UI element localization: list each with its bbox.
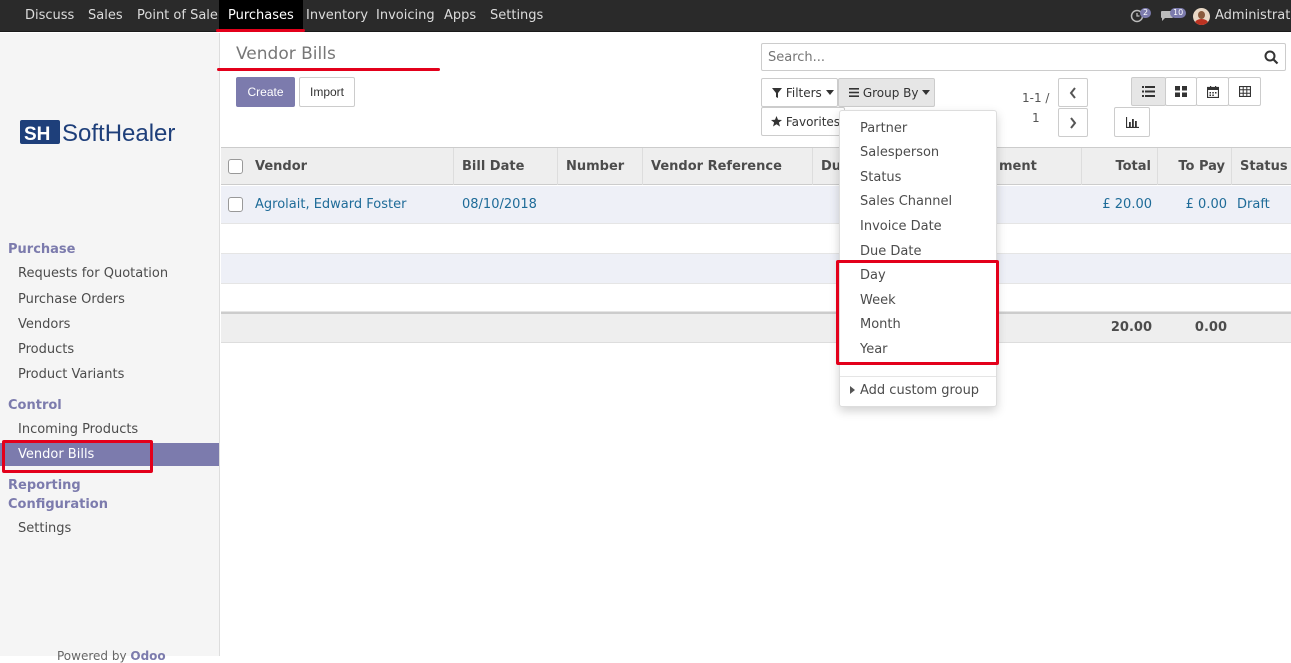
pager-next-button[interactable] — [1058, 108, 1088, 137]
sidebar-item-requests-for-quotation[interactable]: Requests for Quotation — [0, 262, 219, 285]
chevron-right-icon — [1070, 116, 1077, 129]
calendar-view-button[interactable] — [1196, 77, 1229, 106]
column-vendor[interactable]: Vendor — [247, 148, 454, 185]
filters-button[interactable]: Filters — [761, 78, 838, 107]
group-by-status[interactable]: Status — [860, 170, 901, 185]
messages-button[interactable]: 10 — [1160, 0, 1190, 32]
footer-total: 20.00 — [1110, 320, 1152, 335]
search-input[interactable] — [768, 44, 1248, 70]
highlight-box-date-groups — [836, 260, 999, 365]
cell-vendor: Agrolait, Edward Foster — [255, 197, 407, 212]
group-by-salesperson[interactable]: Salesperson — [860, 145, 939, 160]
import-button[interactable]: Import — [299, 77, 355, 107]
pager-value[interactable]: 1-1 / 1 — [1022, 88, 1049, 128]
filter-icon — [772, 88, 782, 98]
bars-icon — [849, 88, 859, 97]
table-icon — [1238, 86, 1251, 97]
calendar-icon — [1206, 85, 1219, 98]
bar-chart-icon — [1125, 116, 1139, 128]
menu-discuss[interactable]: Discuss — [25, 0, 74, 32]
column-source-document[interactable]: ment — [991, 148, 1082, 185]
odoo-link[interactable]: Odoo — [130, 649, 165, 663]
sidebar-item-product-variants[interactable]: Product Variants — [0, 363, 219, 386]
cell-bill-date: 08/10/2018 — [462, 197, 537, 212]
menu-inventory[interactable]: Inventory — [306, 0, 368, 32]
user-avatar[interactable] — [1193, 8, 1210, 25]
list-view-button[interactable] — [1131, 77, 1166, 106]
list-icon — [1142, 86, 1155, 97]
group-by-button[interactable]: Group By — [838, 78, 935, 107]
pivot-view-button[interactable] — [1228, 77, 1261, 106]
menu-settings[interactable]: Settings — [490, 0, 543, 32]
activity-button[interactable]: 2 — [1130, 0, 1155, 32]
dropdown-divider — [840, 376, 996, 377]
column-vendor-reference[interactable]: Vendor Reference — [643, 148, 813, 185]
table-header: Vendor Bill Date Number Vendor Reference… — [221, 147, 1291, 185]
menu-sales[interactable]: Sales — [88, 0, 123, 32]
group-by-partner[interactable]: Partner — [860, 121, 907, 136]
menu-invoicing[interactable]: Invoicing — [376, 0, 435, 32]
sidebar-item-vendors[interactable]: Vendors — [0, 313, 219, 336]
group-by-due-date[interactable]: Due Date — [860, 244, 921, 259]
table-row[interactable]: Agrolait, Edward Foster 08/10/2018 £ 20.… — [221, 186, 1291, 224]
caret-down-icon — [825, 90, 834, 95]
svg-text:SoftHealer: SoftHealer — [62, 120, 175, 147]
sidebar-item-purchase-orders[interactable]: Purchase Orders — [0, 288, 219, 311]
cell-total: £ 20.00 — [1102, 197, 1152, 212]
cell-status: Draft — [1237, 197, 1270, 212]
kanban-icon — [1175, 86, 1187, 97]
column-bill-date[interactable]: Bill Date — [454, 148, 558, 185]
caret-down-icon — [922, 90, 931, 95]
column-to-pay[interactable]: To Pay — [1158, 148, 1232, 185]
sidebar-item-products[interactable]: Products — [0, 338, 219, 361]
section-configuration: Configuration — [8, 497, 108, 512]
menu-purchases[interactable]: Purchases — [219, 0, 303, 32]
powered-by: Powered by Odoo — [57, 649, 166, 663]
cell-to-pay: £ 0.00 — [1185, 197, 1227, 212]
menu-point-of-sale[interactable]: Point of Sale — [137, 0, 218, 32]
create-button[interactable]: Create — [236, 77, 295, 107]
table-row-empty — [221, 224, 1291, 254]
user-menu[interactable]: Administrator — [1215, 0, 1291, 32]
sidebar-item-settings[interactable]: Settings — [0, 517, 219, 540]
kanban-view-button[interactable] — [1165, 77, 1197, 106]
column-status[interactable]: Status — [1232, 148, 1291, 185]
footer-to-pay: 0.00 — [1194, 320, 1227, 335]
select-all-checkbox[interactable] — [228, 159, 243, 174]
search-icon[interactable] — [1264, 50, 1279, 65]
row-checkbox[interactable] — [228, 197, 243, 212]
star-icon — [771, 116, 782, 127]
section-purchase: Purchase — [8, 242, 76, 257]
group-by-invoice-date[interactable]: Invoice Date — [860, 219, 942, 234]
menu-apps[interactable]: Apps — [444, 0, 476, 32]
favorites-button[interactable]: Favorites — [761, 107, 845, 136]
activity-count-badge: 2 — [1140, 8, 1152, 18]
top-navbar: Discuss Sales Point of Sale Purchases In… — [0, 0, 1291, 32]
graph-view-button[interactable] — [1114, 107, 1150, 137]
table-footer: 20.00 0.00 — [221, 312, 1291, 343]
section-reporting[interactable]: Reporting — [8, 478, 81, 493]
column-number[interactable]: Number — [558, 148, 643, 185]
table-row-empty — [221, 254, 1291, 284]
sidebar-item-incoming-products[interactable]: Incoming Products — [0, 418, 219, 441]
column-total[interactable]: Total — [1082, 148, 1158, 185]
company-logo: SH SoftHealer — [20, 117, 200, 149]
highlight-box-vendor-bills — [2, 440, 153, 473]
chevron-left-icon — [1069, 86, 1076, 99]
section-control: Control — [8, 398, 62, 413]
messages-count-badge: 10 — [1170, 8, 1187, 18]
svg-text:SH: SH — [24, 124, 50, 145]
add-custom-group[interactable]: Add custom group — [850, 383, 979, 398]
table-row-empty — [221, 284, 1291, 312]
search-bar — [761, 43, 1286, 71]
caret-right-icon — [850, 386, 855, 394]
pager-previous-button[interactable] — [1058, 78, 1088, 107]
highlight-underline-title — [217, 68, 440, 71]
page-title: Vendor Bills — [236, 44, 336, 64]
highlight-underline-purchases — [216, 29, 305, 32]
group-by-sales-channel[interactable]: Sales Channel — [860, 194, 952, 209]
sidebar: SH SoftHealer Purchase Requests for Quot… — [0, 33, 220, 663]
